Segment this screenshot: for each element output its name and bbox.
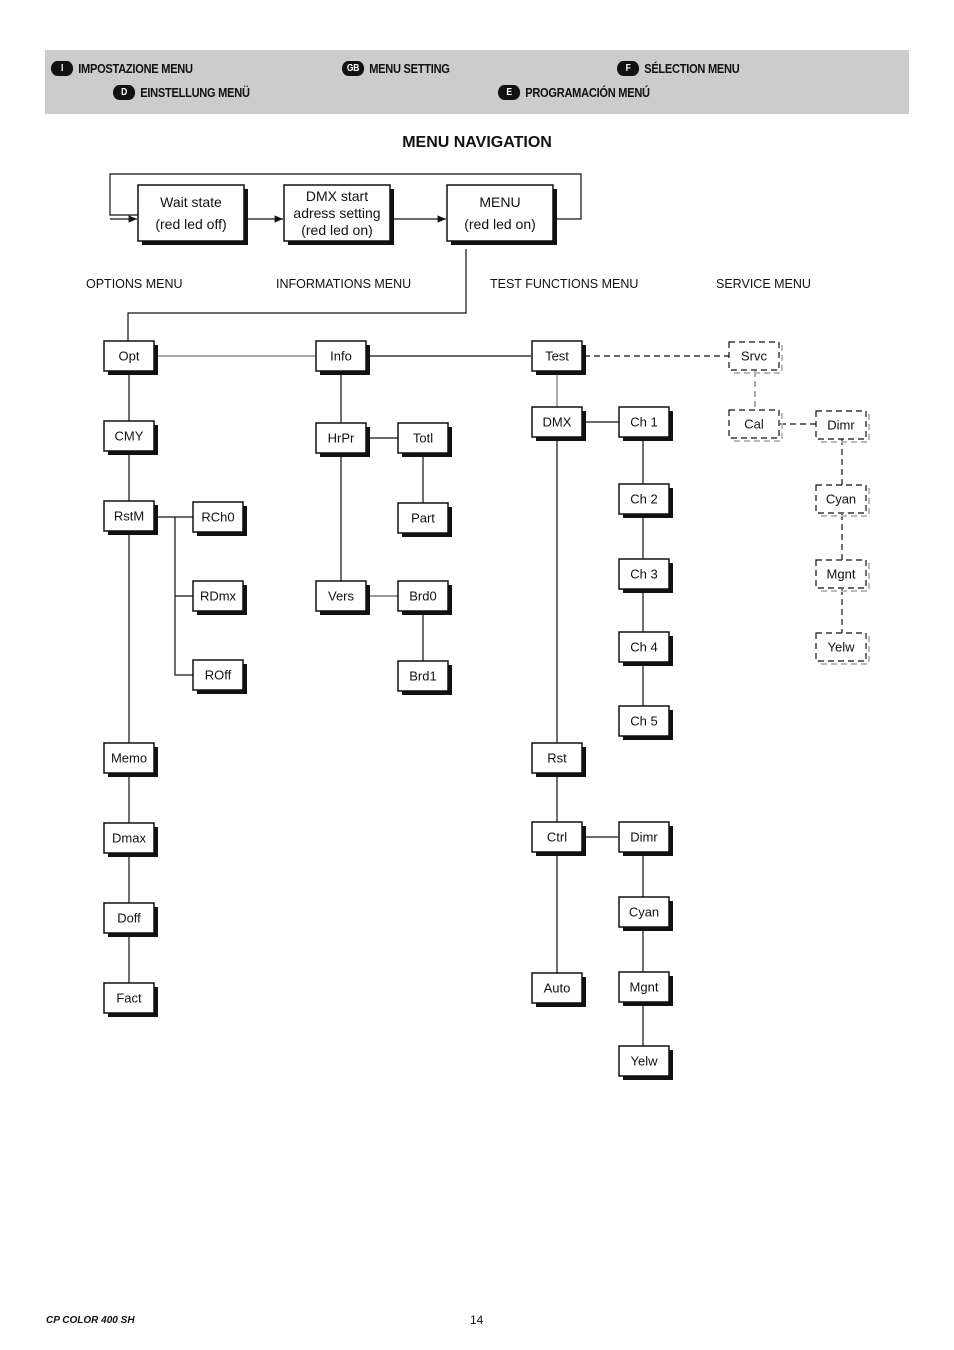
menu-node-dmax: Dmax (103, 822, 158, 857)
node-label: Vers (328, 589, 355, 604)
menu-node-service-cyan: Cyan (815, 484, 870, 517)
menu-node-dimr: Dimr (618, 821, 673, 856)
menu-node-ctrl: Ctrl (531, 821, 586, 856)
node-label: Brd1 (409, 669, 436, 684)
menu-node-part: Part (397, 502, 452, 537)
node-label: Mgnt (630, 980, 659, 995)
node-label: adress setting (293, 205, 380, 221)
node-label: Ch 2 (630, 492, 657, 507)
node-label: RCh0 (201, 510, 234, 525)
menu-node-ch3: Ch 3 (618, 558, 673, 593)
menu-node-fact: Fact (103, 982, 158, 1017)
node-label: Info (330, 349, 352, 364)
node-label: Dmax (112, 831, 146, 846)
node-label: Cyan (629, 905, 659, 920)
node-label: Dimr (827, 418, 855, 433)
node-label: Wait state (160, 194, 222, 210)
menu-node-ch5: Ch 5 (618, 705, 673, 740)
page-number: 14 (470, 1313, 484, 1327)
node-label: Totl (413, 431, 433, 446)
node-label: Opt (119, 349, 140, 364)
menu-node-test: Test (531, 340, 586, 375)
node-label: Ch 1 (630, 415, 657, 430)
menu-node-dmx-start: DMX startadress setting(red led on) (283, 184, 394, 245)
menu-node-rch0: RCh0 (192, 501, 247, 536)
menu-node-mgnt: Mgnt (618, 971, 673, 1006)
node-label: Part (411, 511, 435, 526)
menu-node-cal: Cal (728, 409, 783, 442)
footer-model: CP COLOR 400 SH (46, 1315, 135, 1326)
node-label: Cal (744, 417, 764, 432)
menu-node-rst: Rst (531, 742, 586, 777)
node-label: CMY (115, 429, 144, 444)
node-label: DMX start (306, 188, 368, 204)
menu-node-roff: ROff (192, 659, 247, 694)
menu-node-opt: Opt (103, 340, 158, 375)
menu-node-service-mgnt: Mgnt (815, 559, 870, 592)
menu-node-doff: Doff (103, 902, 158, 937)
menu-node-wait-state: Wait state (red led off) (137, 184, 248, 245)
node-label: Memo (111, 751, 147, 766)
node-label: Ctrl (547, 830, 567, 845)
node-label: Ch 3 (630, 567, 657, 582)
menu-node-menu: MENU (red led on) (446, 184, 557, 245)
node-label: Mgnt (827, 567, 856, 582)
menu-node-brd1: Brd1 (397, 660, 452, 695)
node-label: HrPr (328, 431, 355, 446)
menu-node-memo: Memo (103, 742, 158, 777)
menu-node-vers: Vers (315, 580, 370, 615)
menu-node-hrpr: HrPr (315, 422, 370, 457)
menu-node-ch1: Ch 1 (618, 406, 673, 441)
node-label: Brd0 (409, 589, 436, 604)
menu-node-auto: Auto (531, 972, 586, 1007)
node-label: Dimr (630, 830, 658, 845)
menu-node-service-dimr: Dimr (815, 410, 870, 443)
node-label: (red led off) (155, 216, 226, 232)
menu-node-yelw: Yelw (618, 1045, 673, 1080)
node-label: Auto (544, 981, 571, 996)
node-label: RstM (114, 509, 144, 524)
node-label: Srvc (741, 349, 768, 364)
menu-node-service-yelw: Yelw (815, 632, 870, 665)
node-label: RDmx (200, 589, 237, 604)
node-label: (red led on) (301, 222, 373, 238)
menu-to-opt-line (127, 249, 467, 342)
menu-node-rdmx: RDmx (192, 580, 247, 615)
node-label: (red led on) (464, 216, 536, 232)
menu-node-dmx: DMX (531, 406, 586, 441)
node-label: Doff (117, 911, 141, 926)
menu-node-ch2: Ch 2 (618, 483, 673, 518)
node-label: Rst (547, 751, 567, 766)
node-label: DMX (543, 415, 572, 430)
menu-node-totl: Totl (397, 422, 452, 457)
menu-node-info: Info (315, 340, 370, 375)
node-label: Yelw (631, 1054, 659, 1069)
node-label: Yelw (828, 640, 856, 655)
node-label: Fact (116, 991, 142, 1006)
node-label: MENU (479, 194, 520, 210)
node-label: Ch 4 (630, 640, 657, 655)
menu-node-cyan: Cyan (618, 896, 673, 931)
node-label: Ch 5 (630, 714, 657, 729)
menu-node-rstm: RstM (103, 500, 158, 535)
menu-node-brd0: Brd0 (397, 580, 452, 615)
menu-node-srvc: Srvc (728, 341, 783, 374)
node-label: ROff (205, 668, 232, 683)
menu-node-cmy: CMY (103, 420, 158, 455)
node-label: Test (545, 349, 569, 364)
node-label: Cyan (826, 492, 856, 507)
menu-navigation-diagram: Wait state (red led off) DMX startadress s… (103, 173, 870, 1080)
menu-node-ch4: Ch 4 (618, 631, 673, 666)
